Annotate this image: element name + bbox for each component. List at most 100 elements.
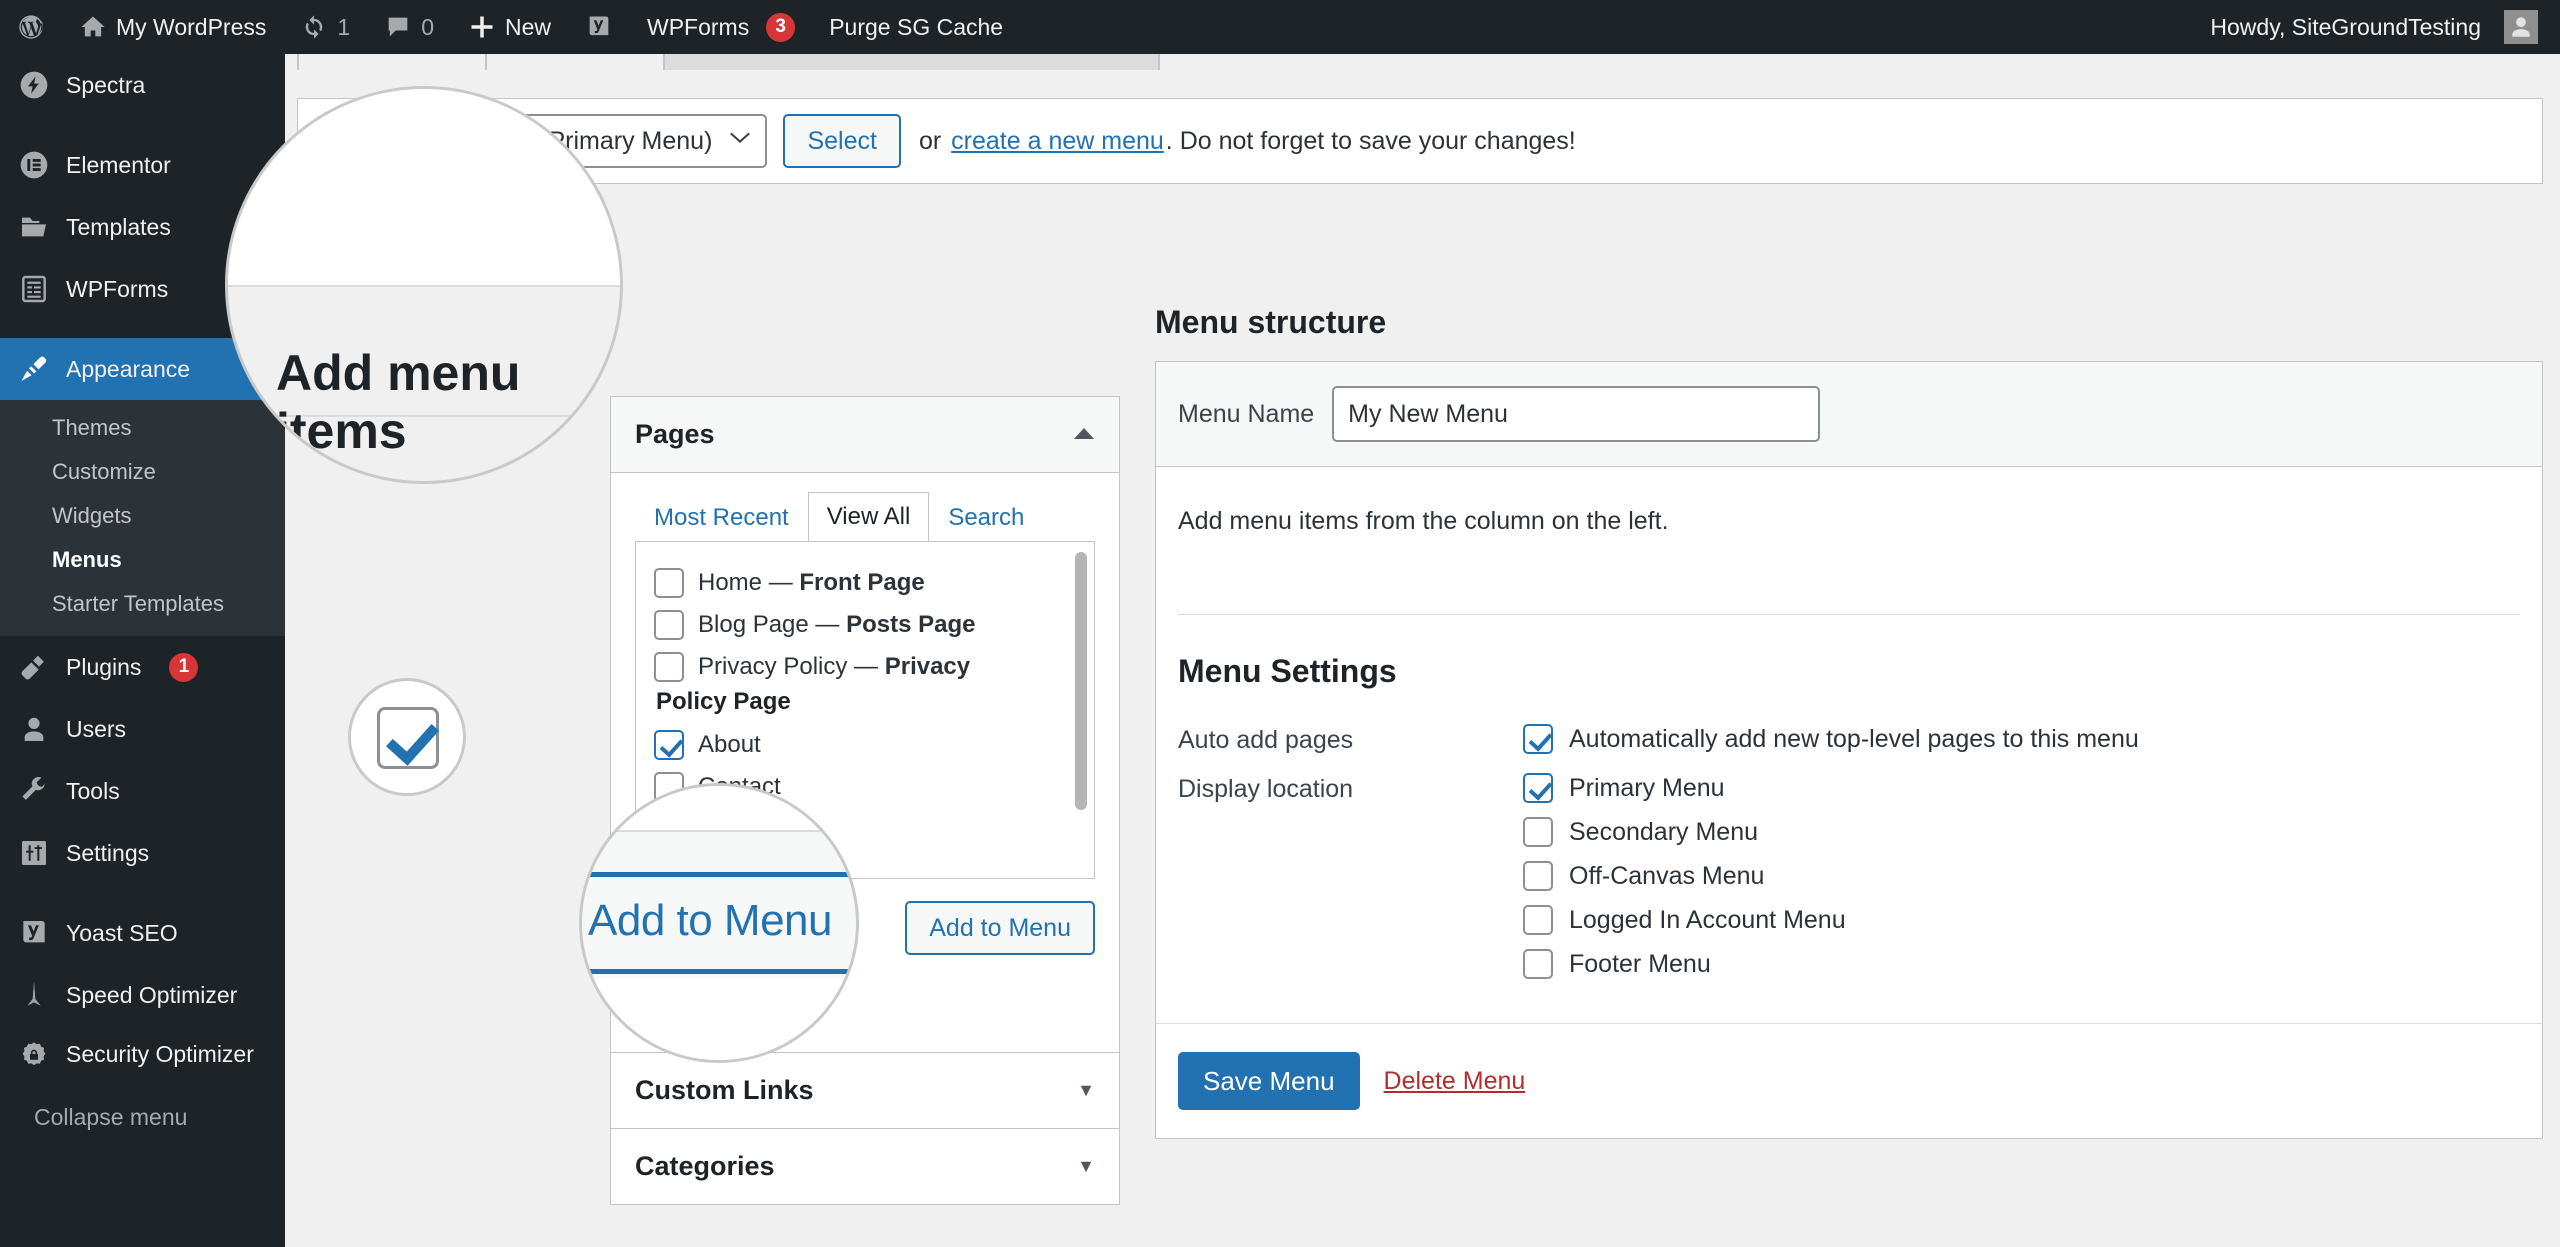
sidebar-label-elementor: Elementor	[66, 151, 171, 178]
sidebar-item-yoast-seo[interactable]: Yoast SEO	[0, 902, 285, 964]
wordpress-logo-menu[interactable]	[0, 0, 62, 54]
chevron-up-icon[interactable]	[1073, 424, 1095, 445]
chevron-down-icon-categories[interactable]: ▼	[1077, 1156, 1095, 1177]
new-content-menu[interactable]: New	[451, 0, 568, 54]
pages-tabs: Most Recent View All Search	[635, 473, 1095, 542]
add-to-menu-button[interactable]: Add to Menu	[905, 901, 1095, 955]
magnifier-white-backdrop	[228, 89, 620, 285]
wpforms-menu[interactable]: WPForms 3	[630, 0, 812, 54]
plus-icon	[468, 13, 496, 41]
magnified-button-top-border	[582, 872, 856, 877]
menu-structure-panel: Menu Name My New Menu Add menu items fro…	[1155, 361, 2543, 1139]
sidebar-item-customize[interactable]: Customize	[0, 450, 285, 494]
yoast-icon	[585, 13, 613, 41]
page-item-about[interactable]: About	[654, 724, 1094, 766]
account-menu[interactable]: Howdy, SiteGroundTesting	[2193, 0, 2560, 54]
page-item-blog-page[interactable]: Blog Page — Posts Page	[654, 604, 1094, 646]
categories-panel-header[interactable]: Categories ▼	[611, 1129, 1119, 1204]
tab-most-recent[interactable]: Most Recent	[635, 493, 808, 542]
sidebar-item-settings[interactable]: Settings	[0, 822, 285, 884]
location-label-secondary-menu: Secondary Menu	[1569, 817, 1759, 846]
delete-menu-link[interactable]: Delete Menu	[1384, 1067, 1526, 1096]
display-location-options: Primary Menu Secondary Menu Off-Canvas M…	[1523, 773, 1846, 979]
sidebar-item-starter-templates[interactable]: Starter Templates	[0, 582, 285, 626]
magnifier-white-bottom	[582, 978, 856, 1060]
sidebar-label-wpforms: WPForms	[66, 275, 169, 302]
checkbox-off-canvas-menu[interactable]	[1523, 861, 1553, 891]
updates-menu[interactable]: 1	[283, 0, 367, 54]
location-secondary-menu[interactable]: Secondary Menu	[1523, 817, 1846, 847]
new-label: New	[504, 13, 551, 40]
wrench-icon	[18, 775, 50, 807]
pages-panel-header[interactable]: Pages	[611, 397, 1119, 473]
home-icon	[79, 13, 107, 41]
custom-links-panel-header[interactable]: Custom Links ▼	[611, 1053, 1119, 1129]
checkbox-footer-menu[interactable]	[1523, 949, 1553, 979]
sidebar-item-speed-optimizer[interactable]: Speed Optimizer	[0, 964, 285, 1026]
wpforms-badge: 3	[766, 12, 796, 42]
create-new-menu-link[interactable]: create a new menu	[951, 127, 1164, 156]
policy-page-label: Policy Page	[656, 688, 791, 715]
page-label-blog-page: Blog Page — Posts Page	[698, 611, 976, 638]
save-changes-note: . Do not forget to save your changes!	[1165, 126, 1576, 155]
menu-name-input[interactable]: My New Menu	[1332, 386, 1821, 442]
auto-add-options: Automatically add new top-level pages to…	[1523, 724, 2139, 754]
sidebar-item-widgets[interactable]: Widgets	[0, 494, 285, 538]
checkbox-about[interactable]	[654, 730, 684, 760]
menu-settings-heading: Menu Settings	[1178, 653, 1397, 689]
collapse-menu-button[interactable]: Collapse menu	[0, 1088, 285, 1148]
site-name-menu[interactable]: My WordPress	[62, 0, 283, 54]
location-label-footer-menu: Footer Menu	[1569, 949, 1711, 978]
page-item-privacy-policy[interactable]: Privacy Policy — Privacy	[654, 646, 1094, 688]
sidebar-item-security-optimizer[interactable]: Security Optimizer	[0, 1026, 285, 1088]
sidebar-item-themes[interactable]: Themes	[0, 406, 285, 450]
location-label-off-canvas-menu: Off-Canvas Menu	[1569, 861, 1765, 890]
appearance-submenu: Themes Customize Widgets Menus Starter T…	[0, 400, 285, 636]
checkbox-secondary-menu[interactable]	[1523, 817, 1553, 847]
yoast-icon	[18, 917, 50, 949]
yoast-seo-menu[interactable]	[568, 0, 630, 54]
tab-view-all[interactable]: View All	[807, 492, 930, 542]
sidebar-item-tools[interactable]: Tools	[0, 760, 285, 822]
chevron-down-icon-custom-links[interactable]: ▼	[1077, 1080, 1095, 1101]
manage-locations-tab[interactable]	[663, 54, 1160, 70]
wpforms-label: WPForms	[647, 13, 750, 40]
page-item-home[interactable]: Home — Front Page	[654, 562, 1094, 604]
select-button[interactable]: Select	[783, 114, 901, 168]
checkbox-blog-page[interactable]	[654, 610, 684, 640]
location-off-canvas-menu[interactable]: Off-Canvas Menu	[1523, 861, 1846, 891]
updates-count: 1	[337, 13, 351, 40]
admin-bar: My WordPress 1 0 New WPForms 3 Purge SG …	[0, 0, 2560, 54]
sidebar-item-plugins[interactable]: Plugins 1	[0, 636, 285, 698]
magnified-add-to-menu-label: Add to Menu	[588, 896, 833, 945]
menu-structure-heading: Menu structure	[1155, 304, 1387, 340]
magnifier-white-top	[582, 786, 856, 830]
checkbox-auto-add-pages[interactable]	[1523, 724, 1553, 754]
plug-icon	[18, 651, 50, 683]
location-footer-menu[interactable]: Footer Menu	[1523, 949, 1846, 979]
menu-settings-section: Menu Settings Auto add pages Automatical…	[1178, 615, 2520, 979]
tab-search[interactable]: Search	[929, 493, 1043, 542]
sidebar-label-tools: Tools	[66, 777, 120, 804]
purge-cache-menu[interactable]: Purge SG Cache	[812, 0, 1020, 54]
checkbox-privacy-policy[interactable]	[654, 652, 684, 682]
magnified-button-bottom-border	[582, 969, 856, 974]
page-label-home: Home — Front Page	[698, 569, 925, 596]
categories-panel-title: Categories	[635, 1151, 775, 1181]
auto-add-option-label: Automatically add new top-level pages to…	[1569, 724, 2139, 753]
edit-menus-tab[interactable]	[297, 54, 487, 70]
auto-add-option-row[interactable]: Automatically add new top-level pages to…	[1523, 724, 2139, 754]
comment-bubble-icon	[384, 13, 412, 41]
location-logged-in-account-menu[interactable]: Logged In Account Menu	[1523, 905, 1846, 935]
checkbox-home[interactable]	[654, 568, 684, 598]
checkbox-primary-menu[interactable]	[1523, 773, 1553, 803]
shield-lock-icon	[18, 1040, 50, 1072]
sidebar-item-users[interactable]: Users	[0, 698, 285, 760]
pages-list-scrollbar[interactable]	[1074, 552, 1088, 870]
comments-menu[interactable]: 0	[367, 0, 451, 54]
checkbox-logged-in-account-menu[interactable]	[1523, 905, 1553, 935]
page-label-about: About	[698, 731, 761, 758]
save-menu-button[interactable]: Save Menu	[1178, 1052, 1360, 1110]
location-primary-menu[interactable]: Primary Menu	[1523, 773, 1846, 803]
sidebar-item-menus[interactable]: Menus	[0, 538, 285, 582]
